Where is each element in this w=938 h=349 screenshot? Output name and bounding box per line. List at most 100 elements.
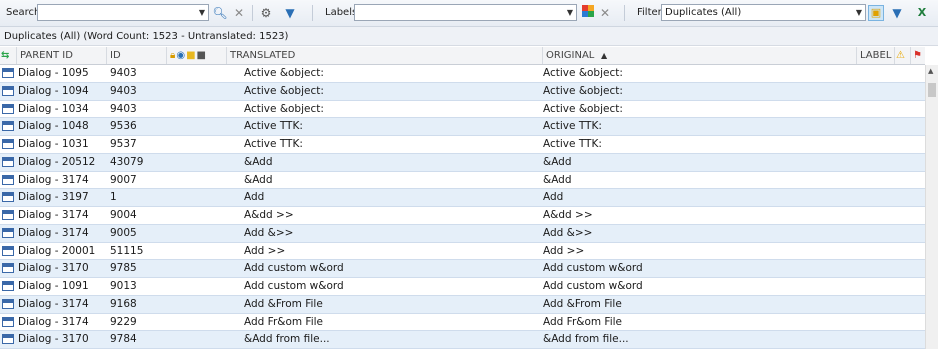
original-cell: Active &object: xyxy=(543,102,623,115)
translation-grid: Dialog - 1095 9403 Active &object: Activ… xyxy=(0,65,925,349)
vertical-scrollbar[interactable]: ▲ xyxy=(925,65,938,349)
table-row[interactable]: Dialog - 3197 1 Add Add xyxy=(0,189,925,207)
table-row[interactable]: Dialog - 1094 9403 Active &object: Activ… xyxy=(0,82,925,101)
table-row[interactable]: Dialog - 3174 9007 &Add &Add xyxy=(0,172,925,190)
toolbar: Search ▼ 🔍︎ ✕ ⚙ ▼ Labels ▼ ✕ Filter Dupl… xyxy=(0,0,938,27)
translated-cell[interactable]: Add &>> xyxy=(244,225,293,242)
table-row[interactable]: Dialog - 3174 9168 Add &From File Add &F… xyxy=(0,295,925,314)
warning-icon[interactable]: ⚠ xyxy=(894,47,910,64)
table-row[interactable]: Dialog - 3170 9784 &Add from file... &Ad… xyxy=(0,331,925,349)
table-row[interactable]: Dialog - 1091 9013 Add custom w&ord Add … xyxy=(0,278,925,296)
scrollbar-thumb[interactable] xyxy=(928,83,936,97)
column-header-translated[interactable]: TRANSLATED xyxy=(226,47,542,64)
id-cell: 9168 xyxy=(110,297,137,310)
translated-cell[interactable]: Add &From File xyxy=(244,296,323,313)
parent-id-cell: Dialog - 3174 xyxy=(18,297,89,310)
table-row[interactable]: Dialog - 20001 51115 Add >> Add >> xyxy=(0,243,925,261)
column-header-parent-id[interactable]: PARENT ID xyxy=(16,47,106,64)
translated-cell[interactable]: &Add from file... xyxy=(244,331,330,348)
magnifier-icon[interactable]: 🔍︎ xyxy=(212,5,228,21)
translated-cell[interactable]: Active &object: xyxy=(244,101,324,118)
color-grid-icon[interactable] xyxy=(580,5,596,21)
table-row[interactable]: Dialog - 20512 43079 &Add &Add xyxy=(0,153,925,172)
dialog-resource-icon xyxy=(2,103,14,114)
parent-id-cell: Dialog - 1095 xyxy=(18,67,89,79)
funnel-icon[interactable]: ▼ xyxy=(282,5,298,21)
id-cell: 43079 xyxy=(110,155,144,168)
labels-combobox[interactable]: ▼ xyxy=(354,4,577,21)
filter-combobox[interactable]: Duplicates (All) ▼ xyxy=(661,4,866,21)
dialog-resource-icon xyxy=(2,68,14,78)
clear-labels-x-icon[interactable]: ✕ xyxy=(597,5,613,21)
id-cell: 9403 xyxy=(110,102,137,115)
translated-cell[interactable]: Active TTK: xyxy=(244,118,303,135)
id-cell: 9013 xyxy=(110,280,137,292)
parent-id-cell: Dialog - 1048 xyxy=(18,120,89,133)
gear-icon[interactable]: ⚙ xyxy=(258,5,274,21)
eye-icon[interactable]: ◉ xyxy=(176,50,186,61)
status-icons-header: 🔒︎◉■■ xyxy=(166,47,226,64)
translated-cell[interactable]: Add custom w&ord xyxy=(244,278,344,295)
table-row[interactable]: Dialog - 1095 9403 Active &object: Activ… xyxy=(0,65,925,83)
id-cell: 9004 xyxy=(110,209,137,221)
translated-cell[interactable]: &Add xyxy=(244,172,273,189)
document-icon[interactable]: ■ xyxy=(197,50,207,61)
id-cell: 9229 xyxy=(110,315,137,328)
translated-cell[interactable]: Active &object: xyxy=(244,83,324,100)
translated-cell[interactable]: Add xyxy=(244,189,264,206)
flag-icon[interactable]: ⚑ xyxy=(910,47,925,64)
table-row[interactable]: Dialog - 3174 9229 Add Fr&om File Add Fr… xyxy=(0,314,925,332)
toolbar-separator xyxy=(252,5,253,21)
table-row[interactable]: Dialog - 1031 9537 Active TTK: Active TT… xyxy=(0,136,925,154)
column-header-original[interactable]: ORIGINAL ▲ xyxy=(542,47,856,64)
translated-cell[interactable]: &Add xyxy=(244,154,273,171)
translated-cell[interactable]: Add custom w&ord xyxy=(244,260,344,277)
clear-search-x-icon[interactable]: ✕ xyxy=(231,5,247,21)
id-cell: 9007 xyxy=(110,173,137,186)
dialog-resource-icon xyxy=(2,174,14,185)
dialog-resource-icon xyxy=(2,85,14,96)
id-cell: 9537 xyxy=(110,138,137,150)
column-header-id[interactable]: ID xyxy=(106,47,166,64)
filter-dropdown-arrow-icon[interactable]: ▼ xyxy=(853,5,865,20)
translated-cell[interactable]: Add Fr&om File xyxy=(244,314,323,331)
parent-id-cell: Dialog - 3197 xyxy=(18,191,89,204)
translated-cell[interactable]: Active TTK: xyxy=(244,136,303,153)
column-header-original-label: ORIGINAL xyxy=(546,50,595,61)
dialog-resource-icon xyxy=(2,334,14,345)
original-cell: Add custom w&ord xyxy=(543,280,643,292)
toolbar-separator xyxy=(312,5,313,21)
table-row[interactable]: Dialog - 3170 9785 Add custom w&ord Add … xyxy=(0,260,925,278)
labels-dropdown-arrow-icon[interactable]: ▼ xyxy=(564,5,576,20)
dialog-resource-icon xyxy=(2,227,14,238)
table-row[interactable]: Dialog - 1048 9536 Active TTK: Active TT… xyxy=(0,118,925,136)
sync-arrows-icon[interactable]: ⇆ xyxy=(0,47,16,64)
folder-icon[interactable]: ■ xyxy=(186,50,196,61)
table-row[interactable]: Dialog - 3174 9005 Add &>> Add &>> xyxy=(0,224,925,243)
parent-id-cell: Dialog - 3174 xyxy=(18,173,89,186)
dialog-resource-icon xyxy=(2,139,14,149)
status-text: Duplicates (All) (Word Count: 1523 - Unt… xyxy=(0,27,938,46)
table-row[interactable]: Dialog - 3174 9004 A&dd >> A&dd >> xyxy=(0,207,925,225)
translated-cell[interactable]: Add >> xyxy=(244,243,285,260)
id-cell: 9785 xyxy=(110,262,137,275)
search-dropdown-arrow-icon[interactable]: ▼ xyxy=(196,5,208,20)
translated-cell[interactable]: Active &object: xyxy=(244,65,324,82)
original-cell: Active TTK: xyxy=(543,120,602,133)
parent-id-cell: Dialog - 3170 xyxy=(18,333,89,346)
dialog-resource-icon xyxy=(2,281,14,291)
scroll-up-arrow-icon[interactable]: ▲ xyxy=(928,67,933,75)
dialog-resource-icon xyxy=(2,316,14,327)
original-cell: Add &>> xyxy=(543,226,593,239)
search-combobox[interactable]: ▼ xyxy=(37,4,209,21)
add-filter-icon[interactable]: ▣ xyxy=(868,5,884,21)
original-cell: &Add xyxy=(543,173,572,186)
table-row[interactable]: Dialog - 1034 9403 Active &object: Activ… xyxy=(0,101,925,119)
parent-id-cell: Dialog - 1091 xyxy=(18,280,89,292)
column-header-label[interactable]: LABEL xyxy=(856,47,894,64)
translated-cell[interactable]: A&dd >> xyxy=(244,207,294,224)
filter-funnel-icon[interactable]: ▼ xyxy=(889,5,905,21)
id-cell: 9536 xyxy=(110,120,137,133)
excel-icon[interactable]: X xyxy=(914,5,930,21)
filter-label: Filter xyxy=(637,7,662,18)
